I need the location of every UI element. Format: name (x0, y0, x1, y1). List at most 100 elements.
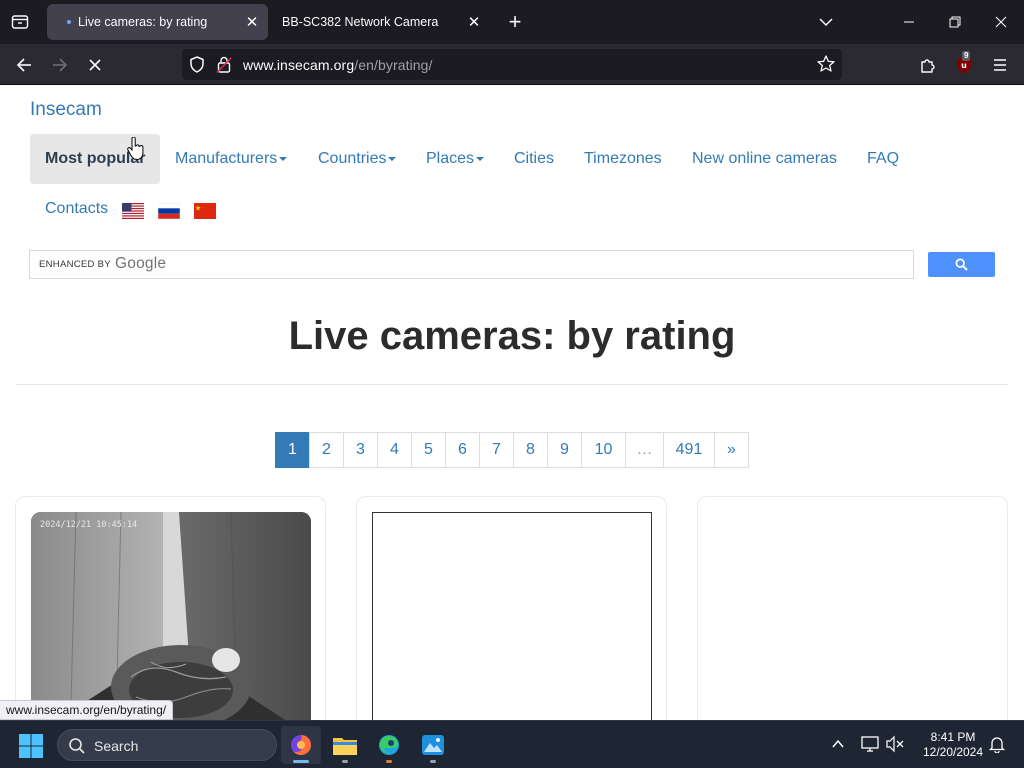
search-button[interactable] (928, 252, 995, 277)
plus-icon: + (508, 9, 522, 34)
speaker-muted-icon[interactable] (886, 735, 904, 753)
tab-list-button[interactable] (6, 8, 34, 36)
taskbar-firefox[interactable] (281, 726, 321, 764)
close-tab-icon[interactable]: ✕ (464, 12, 484, 32)
camera-timestamp: 2024/12/21 10:45:14 (40, 520, 138, 530)
show-hidden-icons-chevron-up-icon[interactable] (831, 735, 845, 753)
nav-cities[interactable]: Cities (514, 134, 554, 184)
taskbar-search-label: Search (94, 738, 139, 754)
insecure-lock-icon[interactable] (216, 55, 232, 74)
nav-timezones[interactable]: Timezones (584, 134, 662, 184)
restore-button[interactable] (932, 0, 978, 44)
page-link-1[interactable]: 1 (275, 432, 310, 468)
arrow-left-icon (16, 58, 31, 72)
tab-network-camera[interactable]: BB-SC382 Network Camera ✕ (270, 4, 490, 40)
chevron-down-icon (819, 18, 833, 27)
minimize-button[interactable] (886, 0, 932, 44)
nav-countries[interactable]: Countries (318, 134, 397, 184)
nav-places[interactable]: Places (426, 134, 485, 184)
tracking-protection-shield-icon[interactable] (188, 55, 206, 74)
running-app-indicator (342, 760, 348, 763)
pagination: 1 2 3 4 5 6 7 8 9 10 … 491 » (275, 432, 749, 468)
tab-list-icon (11, 15, 29, 29)
page-link-6[interactable]: 6 (445, 432, 480, 468)
close-icon (995, 16, 1007, 28)
clock-time: 8:41 PM (930, 730, 976, 744)
tab-live-cameras[interactable]: Live cameras: by rating ✕ (47, 4, 268, 40)
taskbar-edge[interactable] (369, 726, 409, 764)
china-flag-icon[interactable] (194, 203, 216, 219)
active-app-indicator (293, 760, 309, 763)
google-search-input[interactable]: ENHANCED BY Google (29, 250, 914, 279)
extension-badge-count: 9 (962, 51, 971, 61)
browser-tab-bar: Live cameras: by rating ✕ BB-SC382 Netwo… (0, 0, 1024, 44)
firefox-icon (291, 735, 311, 755)
camera-card[interactable] (697, 496, 1008, 720)
taskbar-search-box[interactable]: Search (57, 729, 277, 761)
nav-label: FAQ (867, 150, 900, 167)
camera-card[interactable]: 2024/12/21 10:45:14 (15, 496, 326, 720)
close-window-button[interactable] (978, 0, 1024, 44)
us-flag-icon[interactable] (122, 203, 144, 219)
camera-thumbnail-loading[interactable] (372, 512, 652, 720)
page-link-9[interactable]: 9 (547, 432, 582, 468)
url-text: www.insecam.org/en/byrating/ (243, 57, 433, 73)
svg-text:u: u (961, 61, 967, 70)
running-app-indicator (386, 760, 392, 763)
page-link-2[interactable]: 2 (309, 432, 344, 468)
address-bar[interactable]: www.insecam.org/en/byrating/ (182, 49, 842, 80)
page-link-3[interactable]: 3 (343, 432, 378, 468)
page-link-491[interactable]: 491 (663, 432, 715, 468)
extensions-button[interactable] (913, 50, 943, 80)
nav-label: Cities (514, 150, 555, 167)
windows-start-icon[interactable] (18, 733, 44, 759)
camera-thumbnail[interactable]: 2024/12/21 10:45:14 (31, 512, 311, 720)
taskbar-photos[interactable] (413, 726, 453, 764)
url-host: www.insecam.org (243, 57, 355, 73)
display-icon[interactable] (861, 735, 879, 753)
page-link-10[interactable]: 10 (581, 432, 626, 468)
web-page: Insecam Most popular Manufacturers Count… (0, 86, 1024, 720)
caret-down-icon (279, 156, 288, 161)
nav-manufacturers[interactable]: Manufacturers (175, 134, 288, 184)
windows-taskbar: Search 8:41 PM 12/20/2024 (0, 720, 1024, 768)
stop-loading-button[interactable] (80, 50, 110, 80)
bookmark-star-icon[interactable] (816, 54, 836, 74)
tab-title: Live cameras: by rating (78, 15, 208, 29)
nav-new-online-cameras[interactable]: New online cameras (692, 134, 837, 184)
russia-flag-icon[interactable] (158, 203, 180, 219)
tab-title: BB-SC382 Network Camera (282, 15, 439, 29)
arrow-right-icon (53, 58, 68, 72)
page-link-7[interactable]: 7 (479, 432, 514, 468)
camera-card[interactable] (356, 496, 667, 720)
new-tab-button[interactable]: + (502, 8, 528, 36)
link-status-tooltip: www.insecam.org/en/byrating/ (0, 700, 174, 720)
nav-contacts[interactable]: Contacts (45, 184, 108, 234)
search-icon (955, 258, 968, 271)
nav-label: Timezones (584, 150, 662, 167)
nav-faq[interactable]: FAQ (867, 134, 899, 184)
page-link-5[interactable]: 5 (411, 432, 446, 468)
taskbar-file-explorer[interactable] (325, 726, 365, 764)
page-next[interactable]: » (714, 432, 749, 468)
search-icon (69, 738, 85, 754)
camera-feed-image (31, 512, 311, 720)
app-menu-button[interactable] (985, 50, 1015, 80)
back-button[interactable] (9, 50, 39, 80)
minimize-icon (904, 21, 914, 23)
close-tab-icon[interactable]: ✕ (242, 12, 262, 32)
nav-label: Countries (318, 150, 387, 167)
forward-button[interactable] (45, 50, 75, 80)
nav-label: Places (426, 150, 475, 167)
page-link-4[interactable]: 4 (377, 432, 412, 468)
photos-icon (422, 735, 444, 755)
taskbar-clock[interactable]: 8:41 PM 12/20/2024 (912, 730, 994, 760)
site-brand-link[interactable]: Insecam (30, 99, 102, 121)
browser-toolbar: www.insecam.org/en/byrating/ u 9 (0, 44, 1024, 85)
edge-icon (379, 735, 399, 755)
list-all-tabs-button[interactable] (812, 8, 840, 36)
stop-icon (89, 59, 101, 71)
notification-bell-icon[interactable] (988, 735, 1006, 753)
page-link-8[interactable]: 8 (513, 432, 548, 468)
folder-icon (333, 738, 357, 755)
